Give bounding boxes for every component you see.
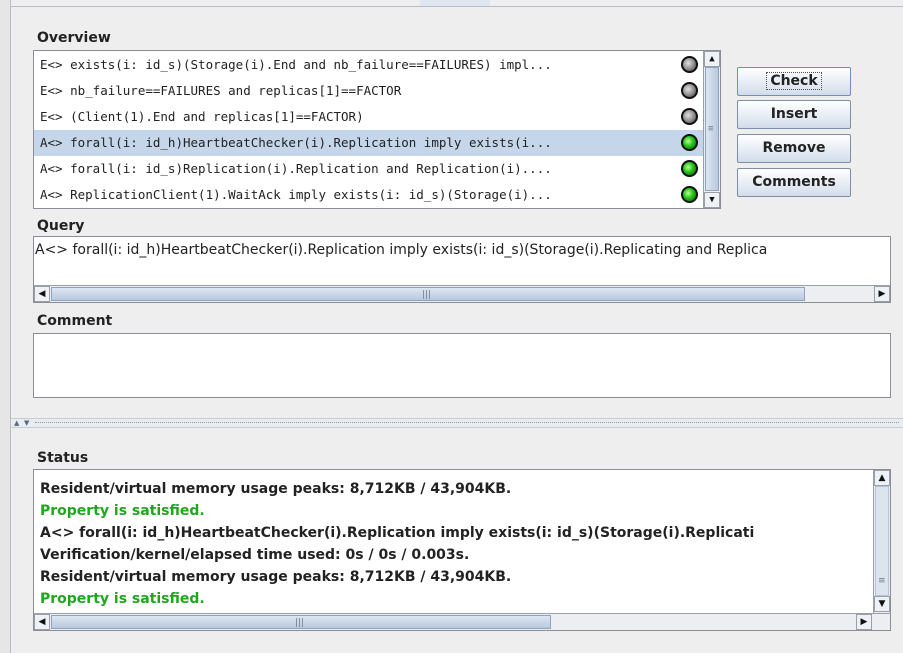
overview-row-text: A<> forall(i: id_s)Replication(i).Replic… [40,161,552,176]
window-left-edge [0,0,11,653]
status-line: Resident/virtual memory usage peaks: 8,7… [40,481,512,497]
overview-row[interactable]: E<> (Client(1).End and replicas[1]==FACT… [34,104,703,130]
top-tab-indicator [420,0,490,6]
overview-vertical-scrollbar[interactable]: ▲ ≡ ▼ [703,51,720,208]
grip-icon: ||| [295,618,305,628]
scroll-up-arrow-icon[interactable]: ▲ [874,470,890,486]
overview-row[interactable]: A<> ReplicationClient(1).WaitAck imply e… [34,182,703,208]
satisfied-status-icon [681,160,698,177]
status-vertical-scrollbar[interactable]: ▲ ≡ ▼ [873,470,890,613]
status-line: Resident/virtual memory usage peaks: 8,7… [40,569,512,585]
status-panel[interactable]: Resident/virtual memory usage peaks: 8,7… [33,469,891,631]
status-label: Status [37,450,89,466]
query-text[interactable]: A<> forall(i: id_h)HeartbeatChecker(i).R… [35,242,767,258]
query-scroll-thumb[interactable]: ||| [51,287,805,301]
divider-grip [35,422,899,425]
scroll-right-arrow-icon[interactable]: ▶ [856,614,872,630]
overview-row[interactable]: A<> forall(i: id_h)HeartbeatChecker(i).R… [34,130,703,156]
overview-row[interactable]: E<> exists(i: id_s)(Storage(i).End and n… [34,52,703,78]
overview-row[interactable]: E<> nb_failure==FAILURES and replicas[1]… [34,78,703,104]
status-line: A<> forall(i: id_h)HeartbeatChecker(i).R… [40,525,755,541]
scroll-down-arrow-icon[interactable]: ▼ [704,192,720,208]
grip-icon: ≡ [708,124,714,134]
comment-field[interactable] [33,333,891,398]
check-button[interactable]: Check [737,67,851,96]
comments-button[interactable]: Comments [737,168,851,197]
split-pane-divider[interactable]: ▲ ▼ [11,418,903,428]
scroll-left-arrow-icon[interactable]: ◀ [34,286,50,302]
scroll-left-arrow-icon[interactable]: ◀ [34,614,50,630]
unchecked-status-icon [681,56,698,73]
unchecked-status-icon [681,82,698,99]
satisfied-status-icon [681,186,698,203]
overview-row-text: E<> (Client(1).End and replicas[1]==FACT… [40,109,364,124]
overview-label: Overview [37,30,111,46]
check-button-label: Check [766,72,822,90]
query-horizontal-scrollbar[interactable]: ◀ ||| ▶ [34,285,890,302]
insert-button[interactable]: Insert [737,100,851,129]
status-line: Verification/kernel/elapsed time used: 0… [40,547,470,563]
grip-icon: ≡ [878,576,886,586]
comment-label: Comment [37,313,113,329]
satisfied-status-icon [681,134,698,151]
overview-row[interactable]: A<> forall(i: id_s)Replication(i).Replic… [34,156,703,182]
query-field[interactable]: A<> forall(i: id_h)HeartbeatChecker(i).R… [33,236,891,303]
scroll-up-arrow-icon[interactable]: ▲ [704,51,720,67]
divider-up-arrow-icon[interactable]: ▲ [14,420,19,427]
divider-down-arrow-icon[interactable]: ▼ [24,420,29,427]
status-line: Property is satisfied. [40,591,205,607]
overview-row-text: E<> exists(i: id_s)(Storage(i).End and n… [40,57,552,72]
grip-icon: ||| [422,290,432,300]
overview-row-text: A<> forall(i: id_h)HeartbeatChecker(i).R… [40,135,552,150]
overview-scroll-thumb[interactable]: ≡ [705,67,719,191]
unchecked-status-icon [681,108,698,125]
overview-list[interactable]: E<> exists(i: id_s)(Storage(i).End and n… [33,50,721,209]
remove-button[interactable]: Remove [737,134,851,163]
overview-row-text: A<> ReplicationClient(1).WaitAck imply e… [40,187,552,202]
scroll-down-arrow-icon[interactable]: ▼ [874,596,890,612]
overview-row-text: E<> nb_failure==FAILURES and replicas[1]… [40,83,402,98]
status-log: Resident/virtual memory usage peaks: 8,7… [34,470,872,613]
status-scroll-thumb[interactable]: ≡ [875,486,889,596]
status-line: Property is satisfied. [40,503,205,519]
status-scroll-thumb-horizontal[interactable]: ||| [51,615,551,629]
status-horizontal-scrollbar[interactable]: ◀ ||| ▶ [34,613,890,630]
query-label: Query [37,218,85,234]
scroll-right-arrow-icon[interactable]: ▶ [874,286,890,302]
